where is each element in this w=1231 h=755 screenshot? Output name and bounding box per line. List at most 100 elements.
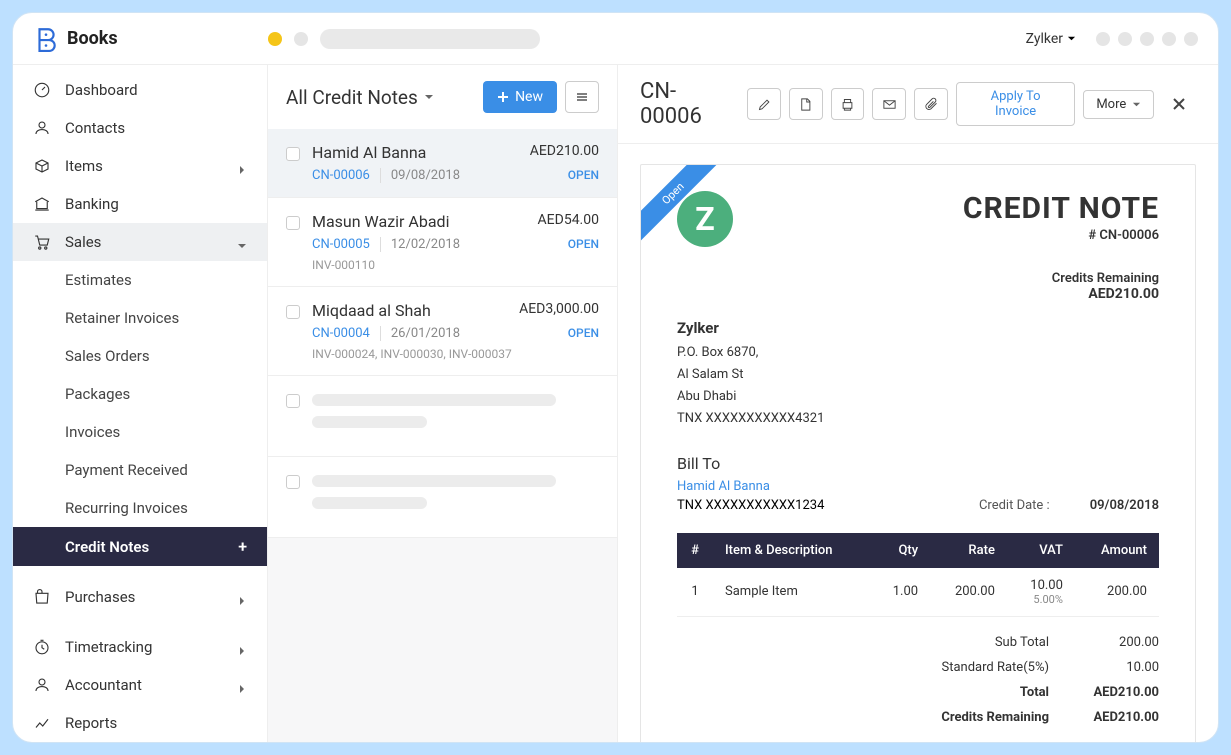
nav-banking[interactable]: Banking (13, 185, 267, 223)
app-logo[interactable]: Books (33, 26, 258, 52)
top-icon-group (1096, 32, 1198, 46)
col-amount: Amount (1075, 533, 1159, 568)
sales-submenu: Estimates Retainer Invoices Sales Orders… (13, 261, 267, 566)
top-icon[interactable] (1096, 32, 1110, 46)
caret-down-icon (424, 92, 434, 102)
col-desc: Item & Description (713, 533, 871, 568)
bill-to-tax: TNX XXXXXXXXXXX1234 (677, 498, 824, 513)
totals-section: Sub Total200.00 Standard Rate(5%)10.00 T… (677, 635, 1159, 725)
document-scroll[interactable]: Open Z CREDIT NOTE # CN-00006 Credits Re… (618, 144, 1218, 742)
search-placeholder[interactable] (320, 29, 540, 49)
top-icon[interactable] (1184, 32, 1198, 46)
top-icon[interactable] (1140, 32, 1154, 46)
apply-to-invoice-button[interactable]: Apply To Invoice (956, 82, 1075, 126)
nav-sales[interactable]: Sales (13, 223, 267, 261)
list-filter-dropdown[interactable]: All Credit Notes (286, 86, 434, 109)
status-badge: OPEN (568, 237, 599, 252)
loading-row (268, 457, 617, 538)
plus-icon (497, 91, 509, 103)
row-checkbox[interactable] (286, 475, 300, 489)
row-checkbox[interactable] (286, 305, 300, 319)
nav-reports[interactable]: Reports (13, 704, 267, 742)
bill-to-name[interactable]: Hamid Al Banna (677, 479, 1159, 494)
related-invoices: INV-000110 (312, 258, 599, 272)
credit-note-row[interactable]: Hamid Al BannaAED210.00 CN-0000609/08/20… (268, 129, 617, 198)
nav-label: Items (65, 157, 103, 175)
print-button[interactable] (831, 88, 865, 120)
nav-label: Contacts (65, 119, 125, 137)
nav-label: Accountant (65, 676, 142, 694)
nav-accountant[interactable]: Accountant (13, 666, 267, 704)
sub-retainer[interactable]: Retainer Invoices (13, 299, 267, 337)
new-credit-note-button[interactable]: New (483, 81, 557, 113)
sub-estimates[interactable]: Estimates (13, 261, 267, 299)
nav-label: Sales (65, 233, 101, 251)
credit-note-row[interactable]: Miqdaad al ShahAED3,000.00 CN-0000426/01… (268, 287, 617, 376)
app-name: Books (67, 28, 118, 49)
file-icon (798, 97, 813, 112)
nav-label: Banking (65, 195, 119, 213)
nav-label: Reports (65, 714, 117, 732)
document-heading: CREDIT NOTE (963, 191, 1159, 226)
nav-contacts[interactable]: Contacts (13, 109, 267, 147)
credits-remaining-label: Credits Remaining (963, 271, 1159, 286)
credit-note-id: CN-00004 (312, 326, 370, 341)
nav-items[interactable]: Items (13, 147, 267, 185)
col-rate: Rate (930, 533, 1007, 568)
attach-button[interactable] (914, 88, 948, 120)
nav-dashboard[interactable]: Dashboard (13, 71, 267, 109)
bill-to-section: Bill To Hamid Al Banna TNX XXXXXXXXXXX12… (641, 454, 1195, 513)
related-invoices: INV-000024, INV-000030, INV-000037 (312, 347, 599, 361)
list-menu-button[interactable] (565, 81, 599, 113)
detail-title: CN-00006 (640, 79, 737, 129)
app-body: Dashboard Contacts Items Banking Sales (13, 65, 1218, 742)
top-right: Zylker (1026, 31, 1198, 47)
nav-label: Timetracking (65, 638, 152, 656)
sub-payment-received[interactable]: Payment Received (13, 451, 267, 489)
sub-invoices[interactable]: Invoices (13, 413, 267, 451)
credits-remaining-value: AED210.00 (963, 286, 1159, 302)
top-icon[interactable] (1118, 32, 1132, 46)
add-credit-note-icon[interactable]: + (238, 537, 247, 556)
col-vat: VAT (1007, 533, 1075, 568)
line-items-table: # Item & Description Qty Rate VAT Amount… (677, 533, 1159, 617)
nav-purchases[interactable]: Purchases (13, 578, 267, 616)
credit-note-row[interactable]: Masun Wazir AbadiAED54.00 CN-0000512/02/… (268, 198, 617, 287)
row-checkbox[interactable] (286, 216, 300, 230)
caret-down-icon (1067, 34, 1076, 43)
more-button[interactable]: More (1083, 90, 1154, 119)
caret-down-icon (1132, 100, 1141, 109)
chevron-right-icon (237, 642, 247, 652)
pdf-button[interactable] (789, 88, 823, 120)
credit-note-id: CN-00006 (312, 168, 370, 183)
tenant-switcher[interactable]: Zylker (1026, 31, 1076, 47)
dashboard-icon (33, 81, 51, 99)
nav-label: Purchases (65, 588, 135, 606)
paperclip-icon (924, 97, 939, 112)
sub-sales-orders[interactable]: Sales Orders (13, 337, 267, 375)
email-button[interactable] (872, 88, 906, 120)
accountant-icon (33, 676, 51, 694)
sub-credit-notes[interactable]: Credit Notes + (13, 527, 267, 566)
pencil-icon (757, 97, 772, 112)
row-checkbox[interactable] (286, 394, 300, 408)
list-title-text: All Credit Notes (286, 86, 418, 109)
top-icon[interactable] (1162, 32, 1176, 46)
row-checkbox[interactable] (286, 147, 300, 161)
credit-notes-list: All Credit Notes New Ha (268, 65, 618, 742)
edit-button[interactable] (747, 88, 781, 120)
detail-header: CN-00006 Apply To Invoice More (618, 65, 1218, 144)
credit-note-date: 26/01/2018 (380, 326, 460, 341)
sub-packages[interactable]: Packages (13, 375, 267, 413)
clock-icon (33, 638, 51, 656)
sub-label: Credit Notes (65, 538, 149, 556)
customer-name: Hamid Al Banna (312, 143, 426, 162)
nav-timetracking[interactable]: Timetracking (13, 628, 267, 666)
banking-icon (33, 195, 51, 213)
sub-recurring-invoices[interactable]: Recurring Invoices (13, 489, 267, 527)
close-detail-button[interactable] (1162, 88, 1196, 120)
chevron-right-icon (237, 592, 247, 602)
tenant-name: Zylker (1026, 31, 1063, 47)
credit-note-detail: CN-00006 Apply To Invoice More Open (618, 65, 1218, 742)
list-items: Hamid Al BannaAED210.00 CN-0000609/08/20… (268, 129, 617, 538)
